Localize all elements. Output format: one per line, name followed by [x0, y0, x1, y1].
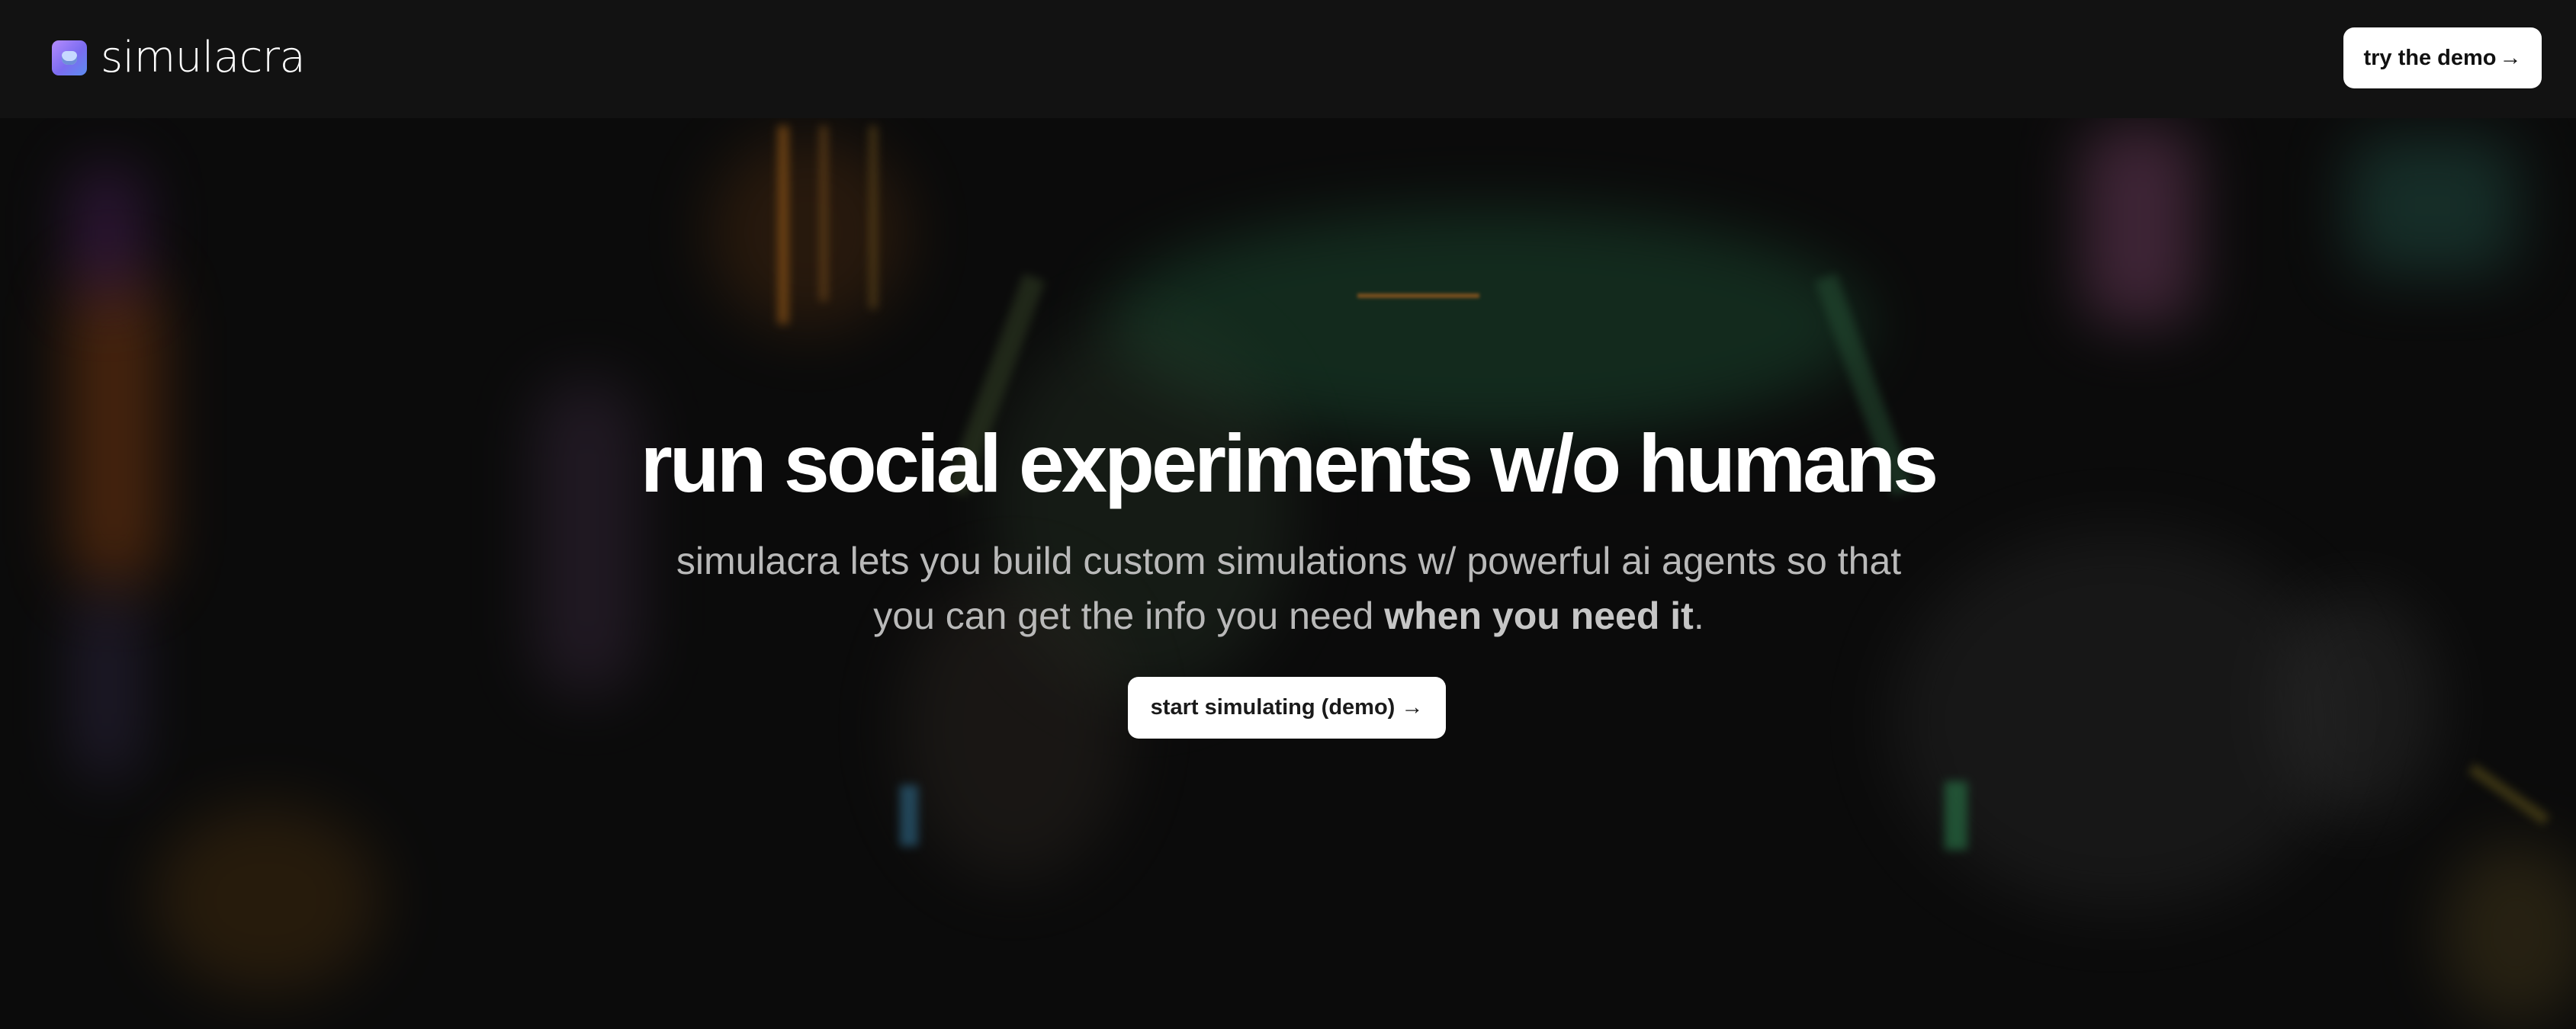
start-simulating-label: start simulating (demo) — [1150, 695, 1396, 720]
robot-face-icon — [52, 40, 87, 75]
landing-page: simulacra try the demo → run social exper… — [0, 0, 2576, 1029]
hero-title: run social experiments w/o humans — [640, 417, 1939, 509]
hero-subtitle: simulacra lets you build custom simulati… — [648, 534, 1929, 643]
arrow-right-icon: → — [2499, 45, 2522, 70]
hero-section: run social experiments w/o humans simula… — [0, 118, 2576, 1029]
start-simulating-button[interactable]: start simulating (demo) → — [1128, 677, 1446, 739]
brand-name: simulacra — [101, 33, 306, 82]
brand-home-link[interactable]: simulacra — [52, 33, 306, 82]
arrow-right-icon: → — [1401, 695, 1424, 720]
hero-subtitle-line-2-prefix: you can get the info you need — [873, 595, 1385, 637]
hero-subtitle-emphasis: when you need it — [1384, 595, 1694, 637]
top-navigation-bar: simulacra try the demo → — [0, 0, 2576, 118]
hero-subtitle-line-1: simulacra lets you build custom simulati… — [676, 540, 1902, 582]
hero-subtitle-line-2-suffix: . — [1693, 595, 1704, 637]
try-demo-label: try the demo — [2363, 45, 2497, 70]
try-demo-button[interactable]: try the demo → — [2343, 27, 2542, 88]
